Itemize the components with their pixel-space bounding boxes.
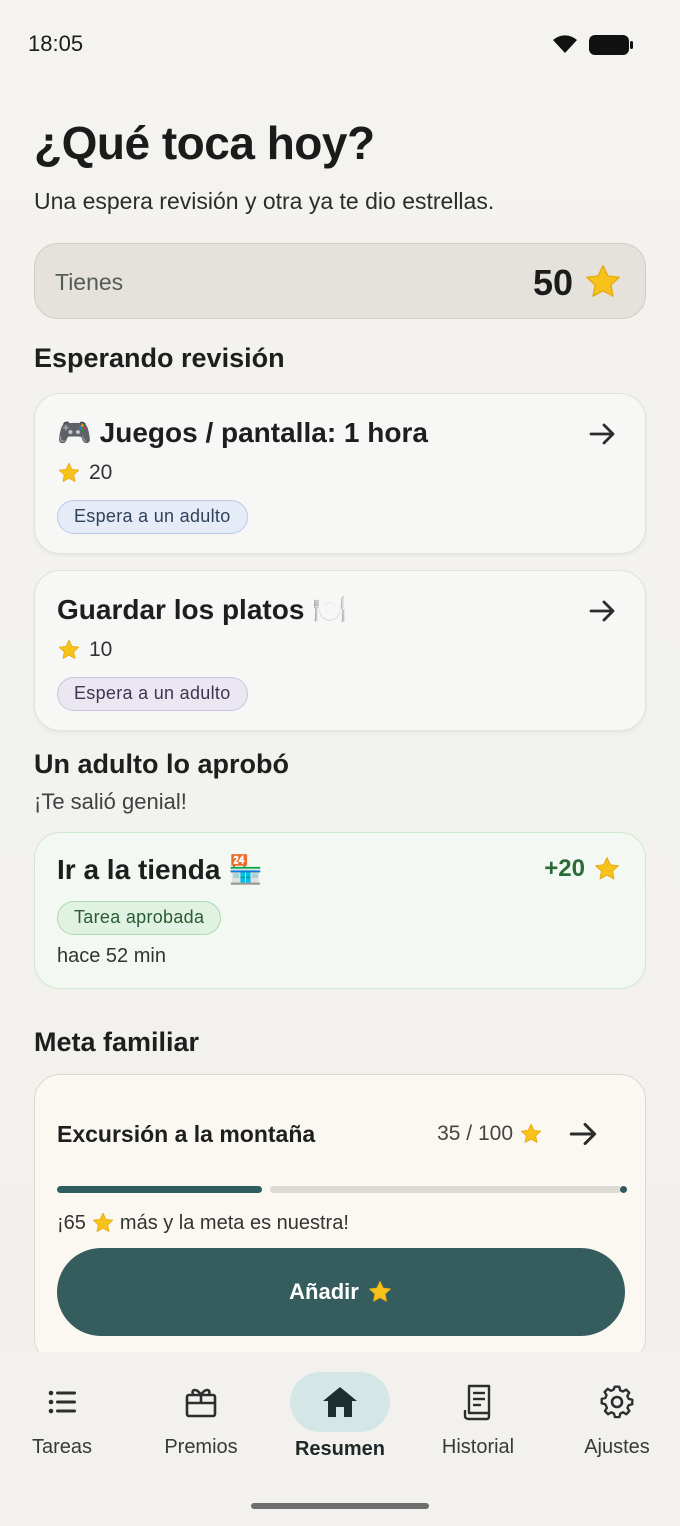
star-balance: Tienes 50 (34, 243, 646, 319)
approved-section-title: Un adulto lo aprobó (34, 749, 289, 779)
battery-icon (589, 35, 633, 55)
add-stars-label: Añadir (289, 1279, 359, 1304)
home-icon (323, 1387, 357, 1417)
goal-remaining-suffix: más y la meta es nuestra! (119, 1211, 349, 1234)
task-points: 20 (57, 461, 112, 485)
earned-points: +20 (544, 855, 621, 883)
receipt-icon (463, 1384, 491, 1421)
home-indicator (251, 1503, 429, 1509)
progress-end-dot (620, 1186, 627, 1193)
nav-label: Resumen (294, 1438, 386, 1460)
goal-title: Excursión a la montaña (57, 1121, 316, 1147)
nav-label: Ajustes (584, 1436, 650, 1458)
status-time: 18:05 (28, 31, 84, 56)
nav-label: Historial (441, 1436, 515, 1458)
pending-section-title: Esperando revisión (34, 343, 285, 373)
star-icon (583, 262, 623, 302)
task-title: Guardar los platos 🍽️ (57, 594, 348, 625)
goal-section-title: Meta familiar (34, 1027, 200, 1057)
status-badge: Tarea aprobada (57, 901, 222, 935)
task-title: Ir a la tienda 🏪 (57, 854, 264, 885)
family-goal-card: Excursión a la montaña 35 / 100 ¡65 más … (34, 1074, 646, 1364)
nav-item-ajustes[interactable]: Ajustes (549, 1372, 680, 1482)
goal-remaining: ¡65 más y la meta es nuestra! (57, 1211, 349, 1235)
pending-task-card[interactable]: Guardar los platos 🍽️ 10 Espera a un adu… (34, 570, 646, 731)
task-title: 🎮 Juegos / pantalla: 1 hora (57, 417, 428, 448)
star-icon (57, 461, 81, 485)
arrow-right-icon[interactable] (567, 1117, 601, 1151)
gear-icon (600, 1385, 634, 1419)
page-title: ¿Qué toca hoy? (34, 117, 375, 169)
balance-label: Tienes (55, 269, 124, 295)
progress-remaining (270, 1186, 621, 1193)
arrow-right-icon[interactable] (587, 418, 619, 450)
goal-progress-bar (57, 1186, 627, 1193)
wifi-icon (553, 35, 577, 53)
status-badge: Espera a un adulto (57, 500, 248, 534)
pending-task-card[interactable]: 🎮 Juegos / pantalla: 1 hora 20 Espera a … (34, 393, 646, 554)
nav-item-tareas[interactable]: Tareas (0, 1372, 130, 1482)
nav-label: Premios (164, 1436, 238, 1458)
balance-value: 50 (532, 262, 573, 303)
bottom-nav: Tareas Premios Resumen Historial Ajustes (0, 1352, 680, 1526)
progress-fill (57, 1186, 262, 1193)
status-badge: Espera a un adulto (57, 677, 248, 711)
goal-progress: 35 / 100 (437, 1122, 543, 1146)
star-icon (593, 855, 621, 883)
page-subtitle: Una espera revisión y otra ya te dio est… (34, 188, 495, 214)
nav-item-resumen[interactable]: Resumen (272, 1372, 408, 1482)
approved-section-subtitle: ¡Te salió genial! (34, 789, 187, 814)
star-icon (91, 1211, 115, 1235)
gift-icon (185, 1388, 217, 1418)
nav-item-premios[interactable]: Premios (133, 1372, 269, 1482)
star-icon (367, 1279, 393, 1305)
add-stars-button[interactable]: Añadir (57, 1248, 625, 1336)
star-icon (519, 1122, 543, 1146)
status-bar: 18:05 (0, 0, 680, 90)
task-points: 10 (57, 638, 112, 662)
nav-label: Tareas (31, 1436, 93, 1458)
task-points-value: 10 (89, 638, 113, 661)
task-points-value: 20 (89, 461, 113, 484)
goal-progress-value: 35 / 100 (437, 1122, 513, 1145)
star-icon (57, 638, 81, 662)
goal-remaining-prefix: ¡65 (57, 1211, 86, 1234)
earned-points-value: +20 (544, 855, 585, 882)
arrow-right-icon[interactable] (587, 595, 619, 627)
approved-time: hace 52 min (57, 945, 166, 967)
list-icon (48, 1390, 76, 1414)
nav-item-historial[interactable]: Historial (410, 1372, 546, 1482)
approved-task-card[interactable]: Ir a la tienda 🏪 +20 Tarea aprobada hace… (34, 832, 646, 989)
